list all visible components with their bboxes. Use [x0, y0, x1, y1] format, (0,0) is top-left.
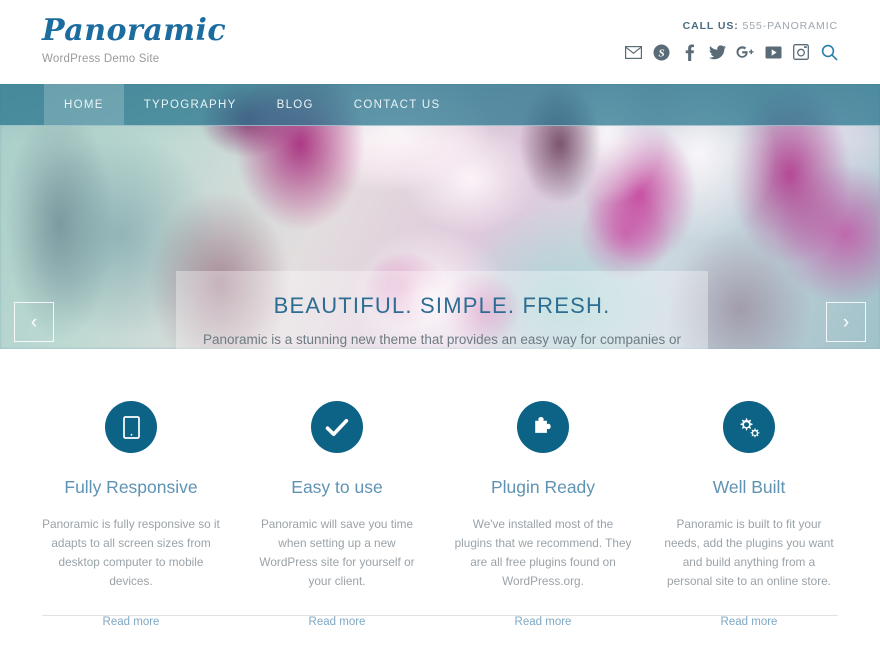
- feature-description: Panoramic will save you time when settin…: [259, 517, 415, 588]
- hero-slider: HOME TYPOGRAPHY BLOG CONTACT US BEAUTIFU…: [0, 84, 880, 349]
- twitter-icon[interactable]: [708, 43, 726, 61]
- nav-item-typography[interactable]: TYPOGRAPHY: [124, 84, 257, 125]
- primary-navigation: HOME TYPOGRAPHY BLOG CONTACT US: [0, 84, 880, 126]
- feature-description: Panoramic is fully responsive so it adap…: [42, 517, 220, 588]
- feature-card: Easy to use Panoramic will save you time…: [234, 401, 440, 630]
- facebook-icon[interactable]: [680, 43, 698, 61]
- page-root: Panoramic WordPress Demo Site CALL US: 5…: [0, 0, 880, 660]
- feature-card: Well Built Panoramic is built to fit you…: [646, 401, 852, 630]
- check-icon: [311, 401, 363, 453]
- site-branding[interactable]: Panoramic WordPress Demo Site: [42, 13, 227, 66]
- section-divider: [42, 615, 838, 616]
- slide-description: Panoramic is a stunning new theme that p…: [203, 332, 681, 347]
- call-us-number: 555-PANORAMIC: [742, 20, 838, 32]
- site-header: Panoramic WordPress Demo Site CALL US: 5…: [0, 0, 880, 84]
- search-icon[interactable]: [820, 43, 838, 61]
- puzzle-piece-icon: [517, 401, 569, 453]
- feature-description: We've installed most of the plugins that…: [454, 517, 632, 588]
- site-title: Panoramic: [42, 13, 227, 48]
- svg-text:S: S: [658, 47, 664, 59]
- slide-caption: BEAUTIFUL. SIMPLE. FRESH. Panoramic is a…: [176, 271, 708, 349]
- feature-title: Fully Responsive: [64, 477, 198, 497]
- call-us-line: CALL US: 555-PANORAMIC: [624, 20, 838, 32]
- read-more-link[interactable]: Read more: [721, 616, 778, 628]
- google-plus-icon[interactable]: [736, 43, 754, 61]
- header-contact-area: CALL US: 555-PANORAMIC S: [624, 20, 838, 61]
- call-us-label: CALL US:: [682, 20, 739, 32]
- feature-title: Plugin Ready: [490, 477, 596, 497]
- read-more-link[interactable]: Read more: [309, 616, 366, 628]
- feature-card: Plugin Ready We've installed most of the…: [440, 401, 646, 630]
- feature-description: Panoramic is built to fit your needs, ad…: [664, 517, 834, 588]
- email-icon[interactable]: [624, 43, 642, 61]
- site-tagline: WordPress Demo Site: [42, 53, 160, 65]
- feature-title: Easy to use: [291, 477, 383, 497]
- skype-icon[interactable]: S: [652, 43, 670, 61]
- read-more-link[interactable]: Read more: [515, 616, 572, 628]
- nav-item-home[interactable]: HOME: [44, 84, 124, 125]
- youtube-icon[interactable]: [764, 43, 782, 61]
- read-more-link[interactable]: Read more: [103, 616, 160, 628]
- feature-card: Fully Responsive Panoramic is fully resp…: [28, 401, 234, 630]
- nav-item-blog[interactable]: BLOG: [257, 84, 334, 125]
- feature-title: Well Built: [712, 477, 786, 497]
- slider-next-arrow-icon[interactable]: ›: [826, 302, 866, 342]
- cogs-icon: [723, 401, 775, 453]
- features-section: Fully Responsive Panoramic is fully resp…: [0, 349, 880, 630]
- social-links: S: [624, 43, 838, 61]
- instagram-icon[interactable]: [792, 43, 810, 61]
- tablet-icon: [105, 401, 157, 453]
- slider-prev-arrow-icon[interactable]: ‹: [14, 302, 54, 342]
- slide-title: BEAUTIFUL. SIMPLE. FRESH.: [273, 293, 611, 318]
- nav-item-contact-us[interactable]: CONTACT US: [334, 84, 461, 125]
